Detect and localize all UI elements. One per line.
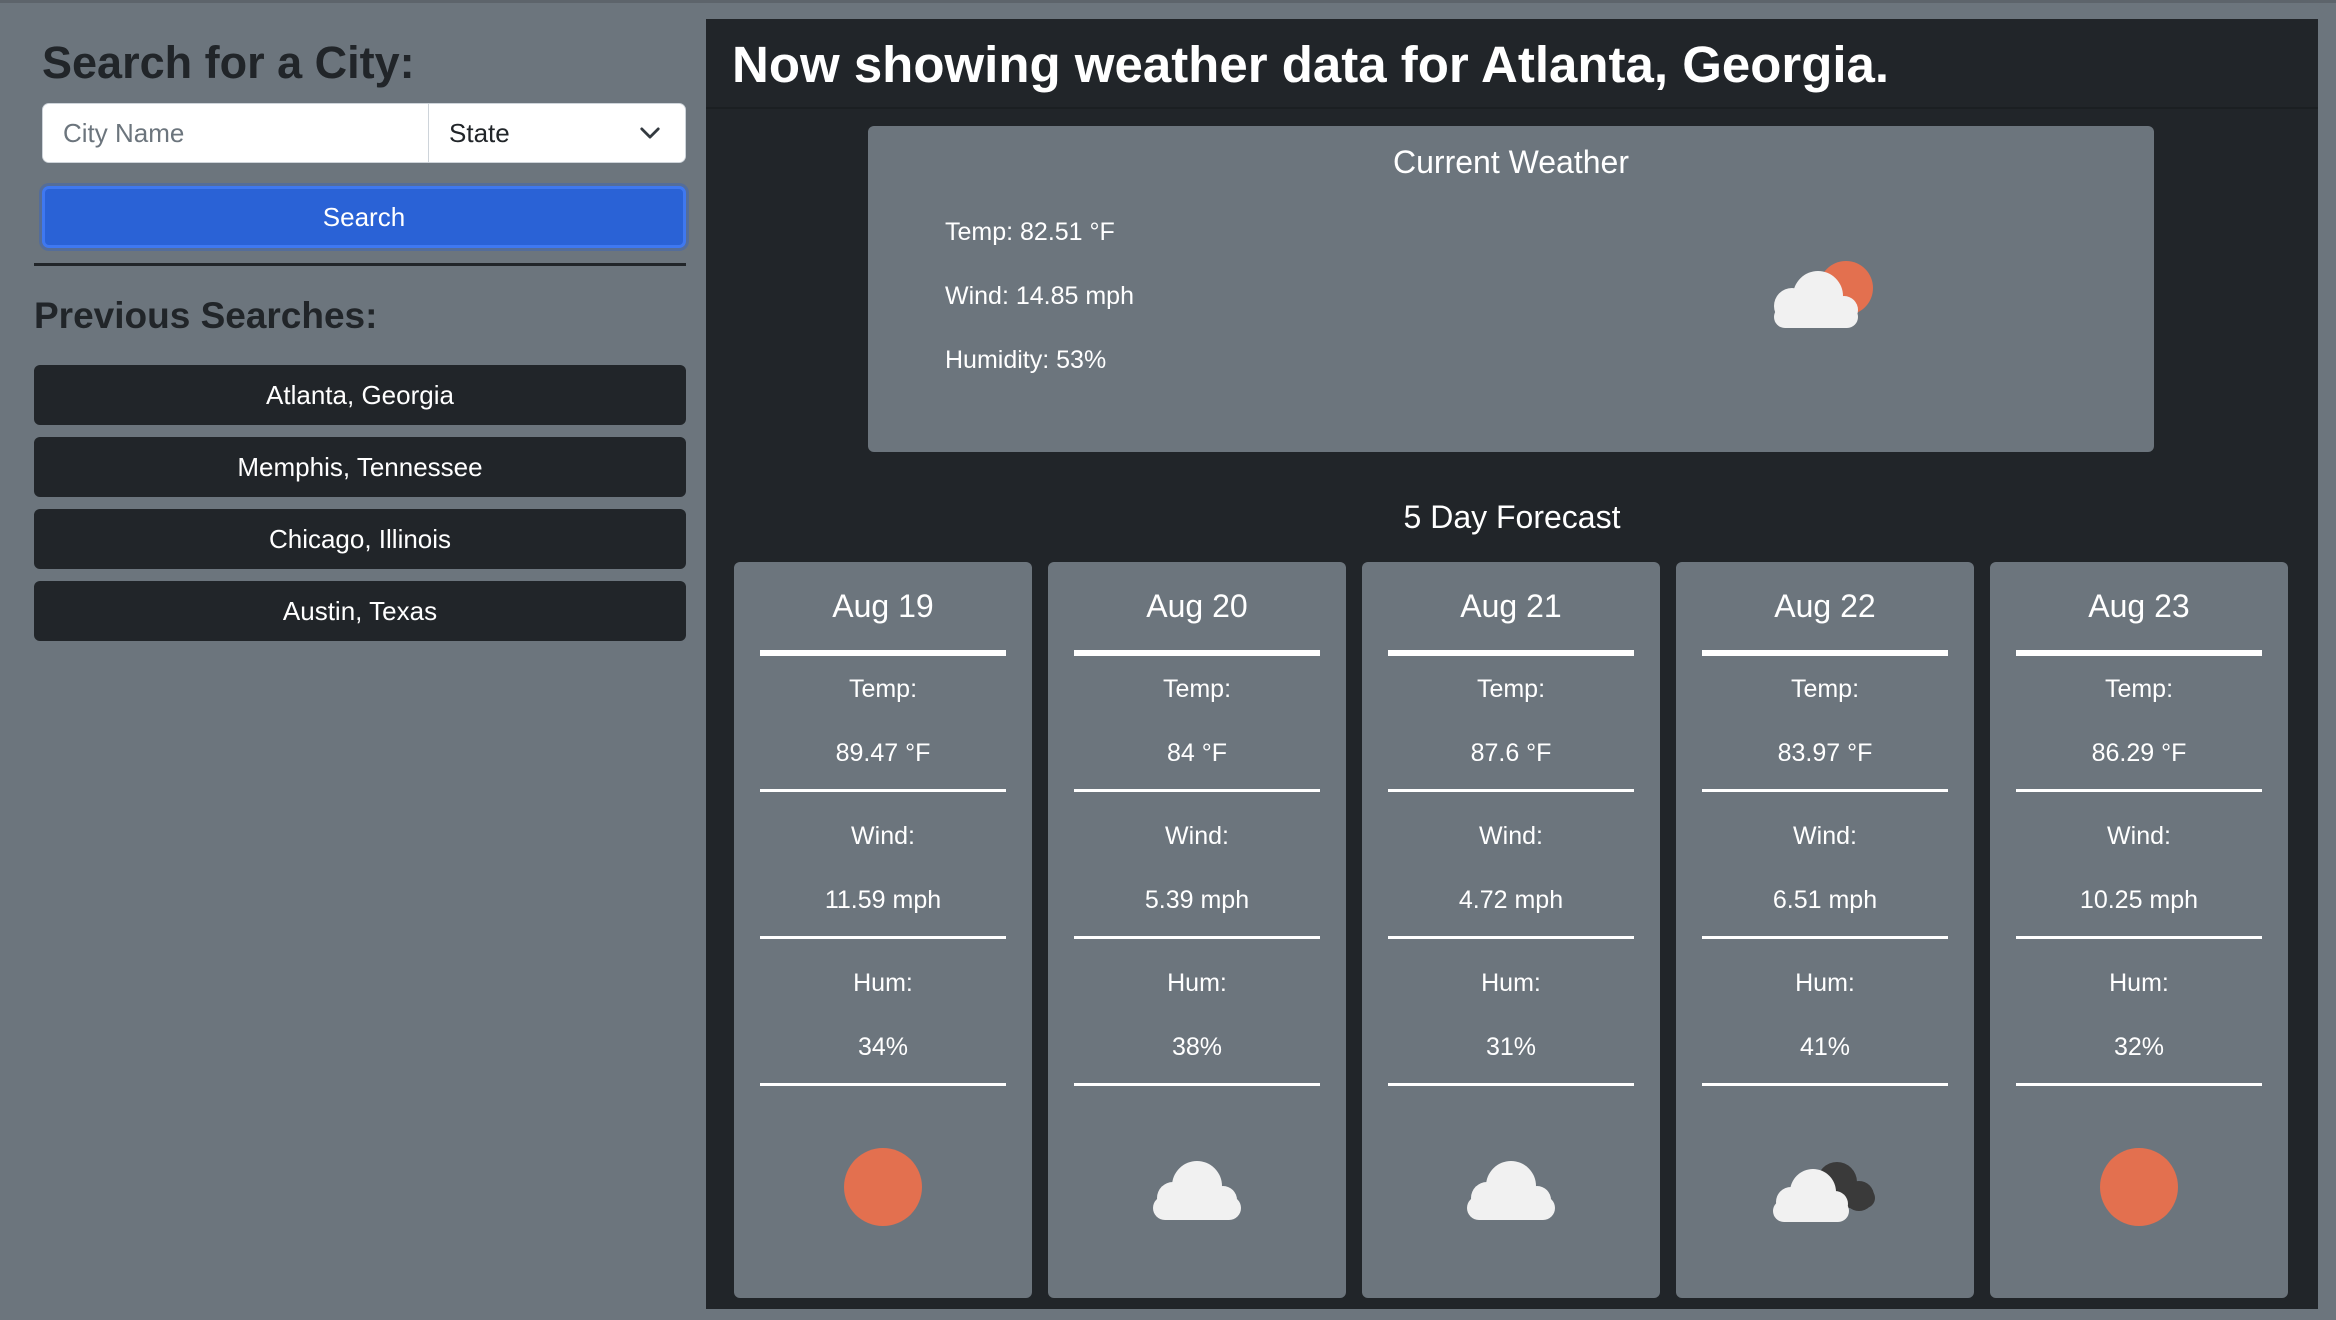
forecast-date: Aug 21 xyxy=(1460,588,1562,624)
wind-label: Wind: xyxy=(2107,822,2171,850)
divider xyxy=(1388,936,1634,939)
forecast-card-day4: Aug 22 Temp: 83.97 °F Wind: 6.51 mph Hum… xyxy=(1676,562,1974,1298)
date-divider xyxy=(760,650,1006,656)
forecast-icon-slot xyxy=(1362,1142,1660,1232)
page: Search for a City: State Search Previous… xyxy=(0,0,2336,1320)
temp-value: 84 °F xyxy=(1166,739,1228,767)
hum-label: Hum: xyxy=(853,969,913,997)
divider xyxy=(2016,1083,2262,1086)
temp-value: 83.97 °F xyxy=(1777,739,1873,767)
forecast-icon-slot xyxy=(1048,1142,1346,1232)
previous-searches-heading: Previous Searches: xyxy=(34,295,378,336)
divider xyxy=(2016,936,2262,939)
temp-value: 89.47 °F xyxy=(835,739,931,767)
temp-label: Temp: xyxy=(2104,675,2174,703)
current-weather-title: Current Weather xyxy=(1393,144,1629,180)
weather-panel: Now showing weather data for Atlanta, Ge… xyxy=(706,19,2318,1309)
history-item-memphis[interactable]: Memphis, Tennessee xyxy=(34,437,686,497)
divider xyxy=(1074,789,1320,792)
divider xyxy=(1702,1083,1948,1086)
page-title: Now showing weather data for Atlanta, Ge… xyxy=(732,36,1890,93)
divider xyxy=(760,789,1006,792)
divider xyxy=(1388,789,1634,792)
hum-value: 38% xyxy=(1171,1033,1223,1061)
current-temp: Temp: 82.51 °F xyxy=(945,218,1115,246)
wind-label: Wind: xyxy=(1165,822,1229,850)
hum-value: 32% xyxy=(2113,1033,2165,1061)
wind-label: Wind: xyxy=(851,822,915,850)
search-input-group: State xyxy=(42,103,686,163)
forecast-icon-slot xyxy=(1990,1142,2288,1232)
divider xyxy=(2016,789,2262,792)
divider xyxy=(1702,789,1948,792)
divider xyxy=(760,936,1006,939)
current-wind: Wind: 14.85 mph xyxy=(945,282,1134,310)
broken-clouds-icon xyxy=(1773,1162,1875,1222)
divider xyxy=(1388,1083,1634,1086)
state-select-value: State xyxy=(449,117,510,148)
temp-label: Temp: xyxy=(1476,675,1546,703)
forecast-title: 5 Day Forecast xyxy=(1403,499,1621,535)
city-name-input[interactable] xyxy=(43,104,429,162)
hum-label: Hum: xyxy=(1795,969,1855,997)
hum-label: Hum: xyxy=(2109,969,2169,997)
temp-value: 86.29 °F xyxy=(2091,739,2187,767)
divider xyxy=(34,263,686,266)
wind-value: 6.51 mph xyxy=(1772,886,1878,914)
wind-label: Wind: xyxy=(1793,822,1857,850)
current-humidity: Humidity: 53% xyxy=(945,346,1107,374)
forecast-card-day3: Aug 21 Temp: 87.6 °F Wind: 4.72 mph Hum:… xyxy=(1362,562,1660,1298)
forecast-card-day2: Aug 20 Temp: 84 °F Wind: 5.39 mph Hum: 3… xyxy=(1048,562,1346,1298)
history-item-austin[interactable]: Austin, Texas xyxy=(34,581,686,641)
date-divider xyxy=(1074,650,1320,656)
forecast-icon-slot xyxy=(1676,1142,1974,1232)
history-item-atlanta[interactable]: Atlanta, Georgia xyxy=(34,365,686,425)
hum-label: Hum: xyxy=(1481,969,1541,997)
temp-value: 87.6 °F xyxy=(1470,739,1552,767)
cloud-icon xyxy=(1153,1161,1241,1220)
divider xyxy=(1074,936,1320,939)
hum-value: 31% xyxy=(1485,1033,1537,1061)
state-select[interactable]: State xyxy=(429,104,685,162)
sun-icon xyxy=(844,1148,922,1226)
forecast-date: Aug 19 xyxy=(832,588,934,624)
forecast-date: Aug 23 xyxy=(2088,588,2190,624)
date-divider xyxy=(1388,650,1634,656)
forecast-date: Aug 22 xyxy=(1774,588,1876,624)
sun-icon xyxy=(2100,1148,2178,1226)
forecast-card-day5: Aug 23 Temp: 86.29 °F Wind: 10.25 mph Hu… xyxy=(1990,562,2288,1298)
partly-cloudy-sun-icon xyxy=(1774,261,1873,328)
forecast-icon-slot xyxy=(734,1142,1032,1232)
wind-value: 10.25 mph xyxy=(2079,886,2199,914)
forecast-date: Aug 20 xyxy=(1146,588,1248,624)
chevron-down-icon xyxy=(640,127,660,139)
wind-value: 11.59 mph xyxy=(824,886,942,914)
hum-value: 34% xyxy=(857,1033,909,1061)
wind-label: Wind: xyxy=(1479,822,1543,850)
temp-label: Temp: xyxy=(1162,675,1232,703)
date-divider xyxy=(1702,650,1948,656)
divider xyxy=(760,1083,1006,1086)
search-button[interactable]: Search xyxy=(42,186,686,248)
divider xyxy=(1702,936,1948,939)
current-weather-card: Current Weather Temp: 82.51 °F Wind: 14.… xyxy=(868,126,2154,452)
cloud-icon xyxy=(1467,1161,1555,1220)
forecast-card-day1: Aug 19 Temp: 89.47 °F Wind: 11.59 mph Hu… xyxy=(734,562,1032,1298)
history-item-chicago[interactable]: Chicago, Illinois xyxy=(34,509,686,569)
hum-value: 41% xyxy=(1799,1033,1851,1061)
wind-value: 4.72 mph xyxy=(1458,886,1564,914)
hum-label: Hum: xyxy=(1167,969,1227,997)
previous-searches-list: Atlanta, Georgia Memphis, Tennessee Chic… xyxy=(34,365,686,653)
divider xyxy=(1074,1083,1320,1086)
temp-label: Temp: xyxy=(848,675,918,703)
header-divider xyxy=(706,107,2318,109)
search-heading: Search for a City: xyxy=(42,37,415,88)
wind-value: 5.39 mph xyxy=(1144,886,1250,914)
temp-label: Temp: xyxy=(1790,675,1860,703)
date-divider xyxy=(2016,650,2262,656)
